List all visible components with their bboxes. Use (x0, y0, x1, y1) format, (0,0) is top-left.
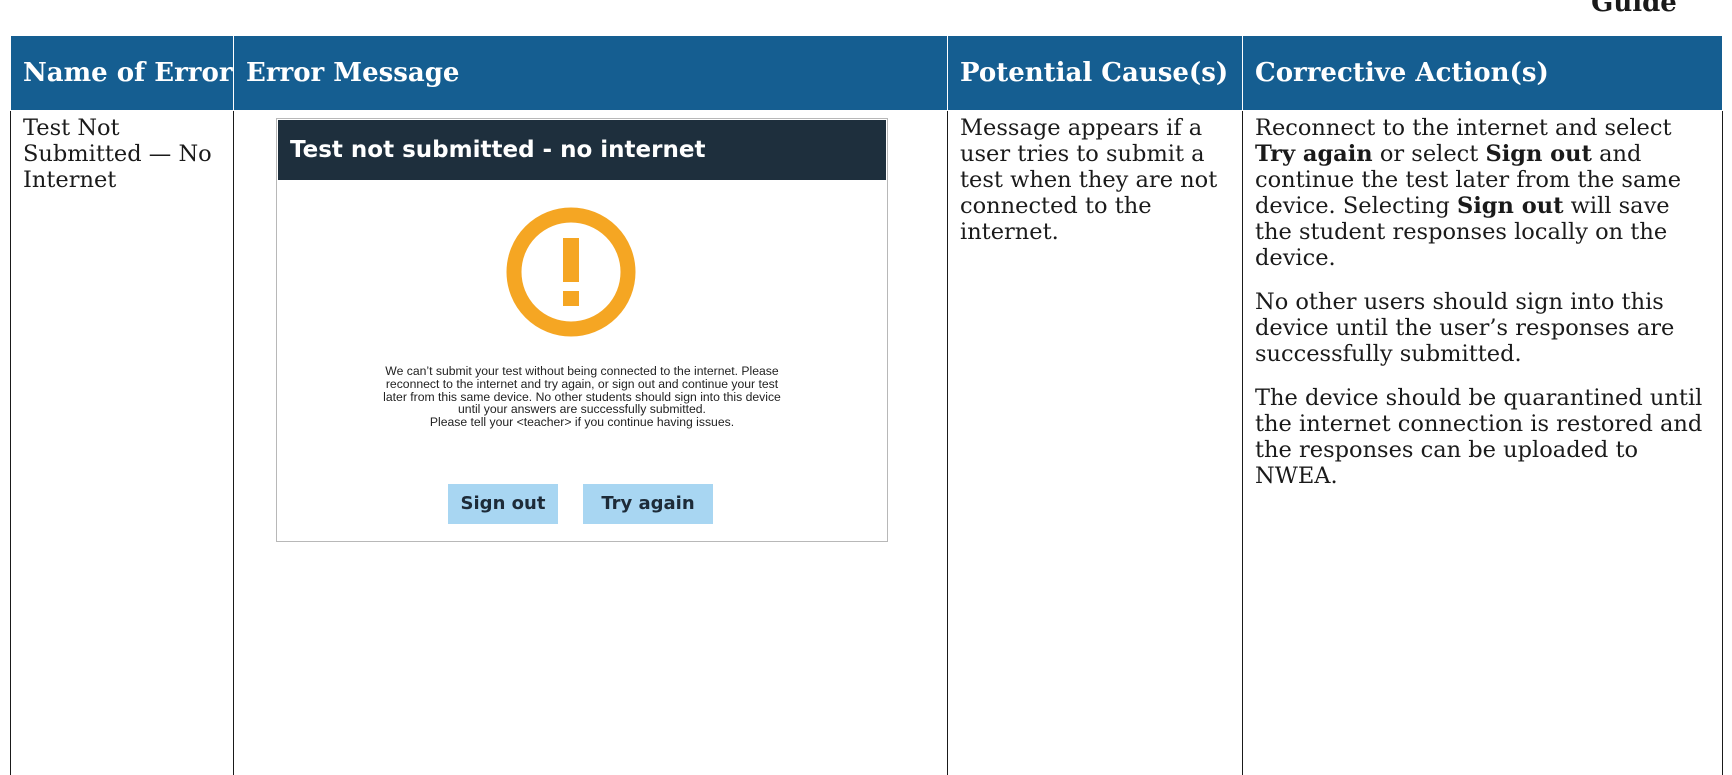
cell-error-name: Test Not Submitted — No Internet (10, 110, 234, 775)
error-name-text: Test Not Submitted — No Internet (23, 115, 212, 193)
cell-corrective-actions: Reconnect to the internet and select Try… (1242, 110, 1723, 775)
dialog-message-line: reconnect to the internet and try again,… (385, 376, 779, 391)
dialog-message: We can’t submit your test without being … (277, 365, 887, 429)
action-paragraph-2: No other users should sign into this dev… (1255, 289, 1675, 367)
cell-error-message: Test not submitted - no internet We can’… (233, 110, 948, 775)
action-paragraph-3: The device should be quarantined until t… (1255, 385, 1703, 489)
try-again-button[interactable]: Try again (583, 484, 713, 524)
cause-text: Message appears if a user tries to submi… (960, 115, 1218, 245)
dialog-message-line: Please tell your <teacher> if you contin… (429, 415, 735, 430)
cell-potential-cause: Message appears if a user tries to submi… (947, 110, 1243, 775)
table-header-row: Name of Error Error Message Potential Ca… (10, 35, 1723, 111)
page-header-fragment: Guide (1591, 0, 1677, 18)
dialog-title: Test not submitted - no internet (278, 120, 886, 180)
header-name-of-error: Name of Error (10, 35, 234, 111)
dialog-message-line: We can’t submit your test without being … (385, 364, 779, 378)
header-corrective-actions: Corrective Action(s) (1242, 35, 1723, 111)
table-row: Test Not Submitted — No Internet Test no… (10, 110, 1723, 775)
sign-out-button[interactable]: Sign out (448, 484, 558, 524)
header-potential-causes: Potential Cause(s) (947, 35, 1243, 111)
header-error-message: Error Message (233, 35, 948, 111)
error-table: Name of Error Error Message Potential Ca… (10, 35, 1723, 775)
error-dialog-screenshot: Test not submitted - no internet We can’… (276, 118, 888, 542)
warning-icon (506, 207, 636, 337)
action-paragraph-1: Reconnect to the internet and select Try… (1255, 115, 1682, 271)
